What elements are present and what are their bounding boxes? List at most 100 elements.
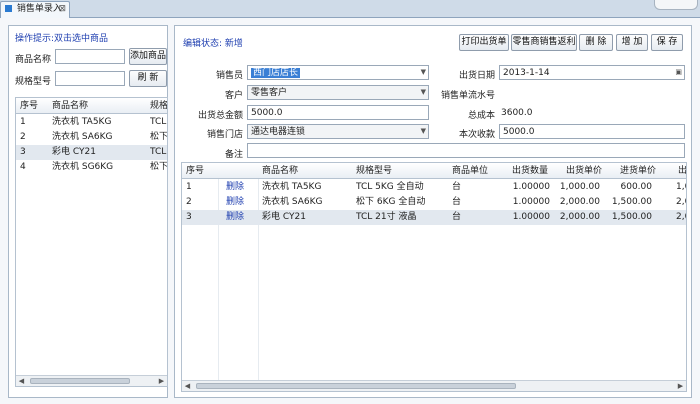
horizontal-scrollbar[interactable]: ◀ ▶ (182, 380, 686, 391)
col-header-cost[interactable]: 进货单价 (620, 163, 656, 178)
horizontal-scrollbar[interactable]: ◀ ▶ (16, 375, 167, 386)
line-items-header: 序号 商品名称 规格型号 商品单位 出货数量 出货单价 进货单价 出 (182, 163, 686, 179)
product-search-panel: 操作提示:双击选中商品 商品名称 添加商品 规格型号 刷 新 序号 商品名称 规… (8, 25, 168, 398)
cell-qty: 1.00000 (512, 197, 550, 207)
date-label: 出货日期 (458, 71, 495, 81)
store-select[interactable]: 通达电器连锁 ▼ (247, 124, 429, 139)
save-button[interactable]: 保 存 (651, 34, 683, 51)
cell-more: 2,0 (676, 197, 686, 207)
table-row[interactable]: 2 删除 洗衣机 SA6KG 松下 6KG 全自动 台 1.00000 2,00… (182, 195, 686, 210)
scroll-right-icon[interactable]: ▶ (156, 376, 167, 386)
document-icon (5, 5, 12, 12)
tab-title: 销售单录入 (16, 4, 62, 14)
add-product-button[interactable]: 添加商品 (129, 48, 167, 65)
col-header-name[interactable]: 商品名称 (52, 98, 88, 113)
table-row[interactable]: 4 洗衣机 SG6KG 松下 (16, 160, 167, 175)
serial-label: 销售单流水号 (440, 91, 495, 101)
cell-spec: TCL (150, 147, 167, 157)
model-label: 规格型号 (15, 77, 52, 87)
product-grid: 序号 商品名称 规格 1 洗衣机 TA5KG TCL 2 洗衣机 SA6KG 松… (15, 97, 168, 387)
product-name-label: 商品名称 (15, 55, 52, 65)
cell-no: 4 (20, 162, 26, 172)
refresh-button[interactable]: 刷 新 (129, 70, 167, 87)
scrollbar-thumb[interactable] (196, 383, 516, 389)
cell-name: 彩电 CY21 (52, 147, 96, 157)
delete-row-link[interactable]: 删除 (226, 180, 244, 195)
cell-spec: 松下 (150, 162, 168, 172)
cell-unit: 台 (452, 212, 462, 222)
col-header-more[interactable]: 出 (678, 163, 686, 178)
date-picker[interactable]: 2013-1-14 ▣ (499, 65, 685, 80)
cell-spec: TCL 5KG 全自动 (356, 182, 424, 192)
customer-label: 客户 (224, 91, 243, 101)
print-delivery-button[interactable]: 打印出货单 (459, 34, 509, 51)
scroll-left-icon[interactable]: ◀ (182, 381, 193, 391)
edit-status: 编辑状态: 新增 (183, 36, 243, 49)
dropdown-arrow-icon[interactable]: ▼ (421, 86, 426, 99)
total-amount-label: 出货总金额 (197, 111, 243, 121)
received-input[interactable]: 5000.0 (499, 124, 685, 139)
cell-no: 2 (20, 132, 26, 142)
cell-cost: 1,500.00 (611, 212, 652, 222)
cell-spec: TCL 21寸 液晶 (356, 212, 417, 222)
cell-name: 洗衣机 TA5KG (52, 117, 112, 127)
product-name-input[interactable] (55, 49, 125, 64)
product-grid-header: 序号 商品名称 规格 (16, 98, 167, 114)
table-row[interactable]: 2 洗衣机 SA6KG 松下 (16, 130, 167, 145)
col-header-no[interactable]: 序号 (20, 98, 38, 113)
close-icon[interactable]: ⊠ (58, 2, 66, 17)
table-row-selected[interactable]: 3 彩电 CY21 TCL (16, 145, 167, 160)
cell-more: 1,0 (676, 182, 686, 192)
model-input[interactable] (55, 71, 125, 86)
window-corner (654, 0, 698, 10)
total-amount-input[interactable]: 5000.0 (247, 105, 429, 120)
cell-price: 1,000.00 (559, 182, 600, 192)
cell-unit: 台 (452, 197, 462, 207)
customer-value: 零售客户 (251, 88, 288, 98)
cell-price: 2,000.00 (559, 197, 600, 207)
col-header-qty[interactable]: 出货数量 (512, 163, 548, 178)
delete-row-link[interactable]: 删除 (226, 210, 244, 225)
salesperson-label: 销售员 (215, 71, 243, 81)
scrollbar-thumb[interactable] (30, 378, 130, 384)
cell-name: 洗衣机 SG6KG (52, 162, 114, 172)
cell-no: 3 (186, 212, 192, 222)
customer-select[interactable]: 零售客户 ▼ (247, 85, 429, 100)
col-header-name[interactable]: 商品名称 (262, 163, 298, 178)
store-label: 销售门店 (206, 130, 243, 140)
date-value: 2013-1-14 (503, 68, 550, 78)
operation-hint: 操作提示:双击选中商品 (15, 34, 109, 44)
tab-strip: 销售单录入 ⊠ (0, 0, 700, 18)
remark-label: 备注 (224, 150, 243, 160)
cell-spec: TCL (150, 117, 167, 127)
col-header-price[interactable]: 出货单价 (566, 163, 602, 178)
table-row[interactable]: 1 洗衣机 TA5KG TCL (16, 115, 167, 130)
table-row[interactable]: 1 删除 洗衣机 TA5KG TCL 5KG 全自动 台 1.00000 1,0… (182, 180, 686, 195)
remark-input[interactable] (247, 143, 685, 158)
scroll-right-icon[interactable]: ▶ (675, 381, 686, 391)
cell-name: 洗衣机 SA6KG (52, 132, 113, 142)
received-label: 本次收款 (458, 130, 495, 140)
col-header-spec[interactable]: 规格 (150, 98, 167, 113)
cell-no: 1 (186, 182, 192, 192)
delete-button[interactable]: 删 除 (579, 34, 613, 51)
col-header-no[interactable]: 序号 (186, 163, 204, 178)
total-cost-label: 总成本 (467, 111, 495, 121)
col-header-unit[interactable]: 商品单位 (452, 163, 488, 178)
cell-price: 2,000.00 (559, 212, 600, 222)
scroll-left-icon[interactable]: ◀ (16, 376, 27, 386)
col-header-spec[interactable]: 规格型号 (356, 163, 392, 178)
delete-row-link[interactable]: 删除 (226, 195, 244, 210)
retailer-rebate-button[interactable]: 零售商销售返利 (511, 34, 577, 51)
add-button[interactable]: 增 加 (616, 34, 648, 51)
tab-sales-entry[interactable]: 销售单录入 ⊠ (0, 1, 70, 18)
salesperson-value: 西门店店长 (251, 68, 301, 78)
dropdown-arrow-icon[interactable]: ▼ (421, 66, 426, 79)
cell-qty: 1.00000 (512, 212, 550, 222)
cell-cost: 600.00 (620, 182, 653, 192)
cell-spec: 松下 (150, 132, 168, 142)
dropdown-arrow-icon[interactable]: ▼ (421, 125, 426, 138)
calendar-icon[interactable]: ▣ (675, 66, 682, 79)
table-row-selected[interactable]: 3 删除 彩电 CY21 TCL 21寸 液晶 台 1.00000 2,000.… (182, 210, 686, 225)
salesperson-select[interactable]: 西门店店长 ▼ (247, 65, 429, 80)
